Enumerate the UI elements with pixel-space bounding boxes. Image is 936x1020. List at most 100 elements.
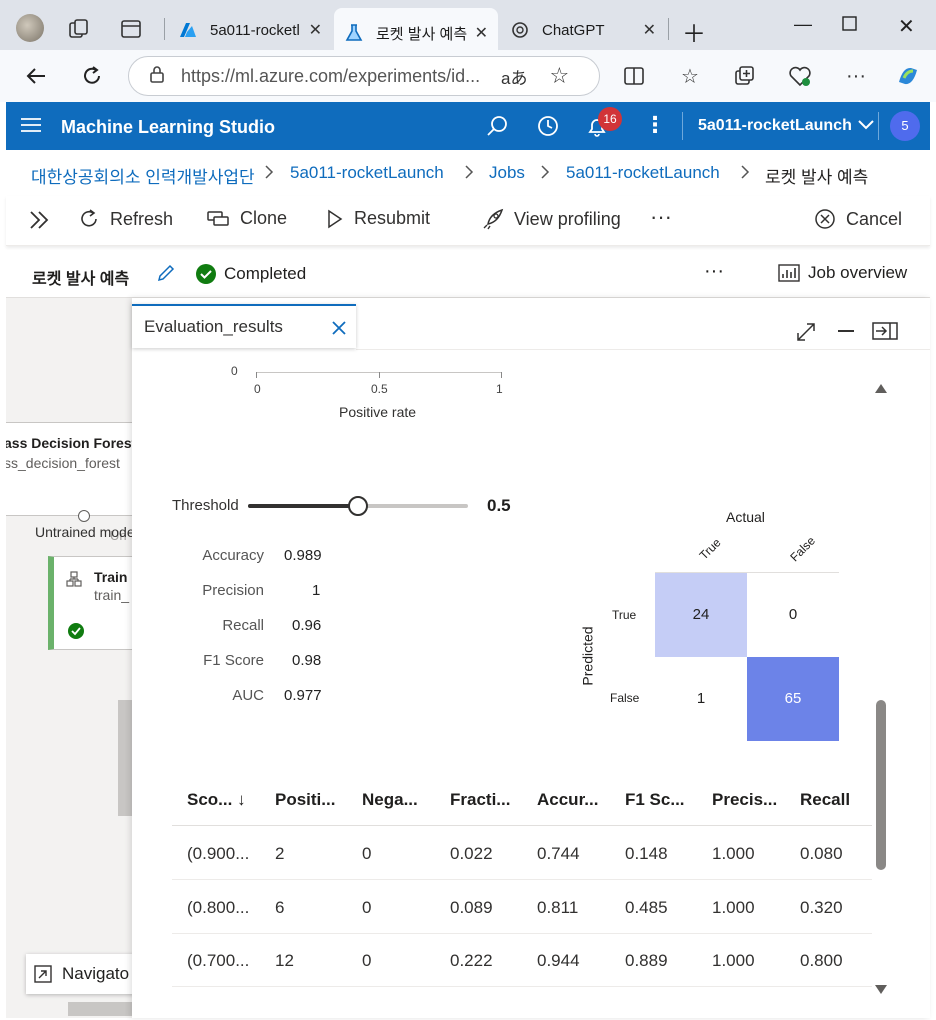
expand-icon[interactable] xyxy=(796,322,816,347)
refresh-button[interactable]: Refresh xyxy=(78,208,173,230)
column-header[interactable]: F1 Sc... xyxy=(625,790,685,810)
pipeline-canvas[interactable]: ass Decision Forest ss_decision_forest U… xyxy=(6,298,132,1018)
panel-scrollbar-thumb[interactable] xyxy=(876,700,886,870)
job-overview-button[interactable]: Job overview xyxy=(778,263,907,283)
more-icon[interactable]: ··· xyxy=(704,260,724,283)
header-divider xyxy=(682,112,683,140)
column-header[interactable]: Precis... xyxy=(712,790,777,810)
node-subtitle: train_ xyxy=(94,587,130,603)
command-bar: Refresh Clone Resubmit View profiling ··… xyxy=(6,196,930,246)
confusion-cell-tn: 65 xyxy=(747,657,839,741)
metric-name: Precision xyxy=(202,582,264,599)
table-cell: 0.485 xyxy=(625,898,668,917)
new-tab-icon[interactable]: ＋ xyxy=(682,14,706,49)
pipeline-node-decision-forest[interactable]: ass Decision Forest ss_decision_forest xyxy=(6,422,132,516)
more-icon[interactable]: ··· xyxy=(842,62,870,90)
column-header[interactable]: Accur... xyxy=(537,790,598,810)
navigator-button[interactable]: Navigato xyxy=(26,954,132,994)
slider-fill xyxy=(248,504,357,508)
vertical-tabs-icon[interactable] xyxy=(120,18,142,40)
history-clock-icon[interactable] xyxy=(536,114,560,143)
resubmit-label: Resubmit xyxy=(354,208,431,228)
tab-chatgpt[interactable]: ChatGPT ✕ xyxy=(500,10,666,50)
breadcrumb-item[interactable]: 대한상공회의소 인력개발사업단 xyxy=(31,163,255,188)
table-row[interactable]: (0.700... 12 0 0.222 0.944 0.889 1.000 0… xyxy=(172,934,872,987)
tab-evaluation-results[interactable]: Evaluation_results xyxy=(132,304,356,348)
workspaces-icon[interactable] xyxy=(68,18,90,40)
favorites-icon[interactable]: ☆ xyxy=(676,62,704,90)
search-icon[interactable] xyxy=(486,114,510,143)
breadcrumb-item[interactable]: Jobs xyxy=(489,163,525,183)
view-profiling-button[interactable]: View profiling xyxy=(482,208,621,230)
pipeline-node-train[interactable]: Train train_ xyxy=(48,556,132,650)
browser-essentials-icon[interactable] xyxy=(786,62,814,90)
tab-label: 로켓 발사 예측 xyxy=(376,25,468,43)
edit-pencil-icon[interactable] xyxy=(156,263,176,288)
minimize-panel-icon[interactable] xyxy=(838,330,854,332)
split-screen-icon[interactable] xyxy=(620,62,648,90)
roc-axis-tick-mark xyxy=(501,372,502,378)
column-header[interactable]: Recall xyxy=(800,790,850,810)
roc-y-tick: 0 xyxy=(231,364,238,378)
table-row[interactable]: (0.900... 2 0 0.022 0.744 0.148 1.000 0.… xyxy=(172,827,872,880)
avatar[interactable]: 5 xyxy=(890,111,920,141)
workspace-selector[interactable]: 5a011-rocketLaunch xyxy=(698,117,874,135)
close-icon[interactable]: ✕ xyxy=(643,20,656,40)
collections-icon[interactable] xyxy=(730,62,758,90)
cancel-button[interactable]: Cancel xyxy=(814,208,902,230)
close-icon[interactable] xyxy=(332,320,346,340)
threshold-label: Threshold xyxy=(172,497,239,514)
canvas-bottom-edge xyxy=(68,1002,132,1016)
more-options-icon[interactable]: ⋮ xyxy=(644,112,666,138)
hamburger-menu-icon[interactable] xyxy=(20,116,42,139)
output-port[interactable] xyxy=(78,510,90,522)
clone-button[interactable]: Clone xyxy=(206,208,287,229)
lock-icon[interactable] xyxy=(149,65,165,88)
column-header[interactable]: Positi... xyxy=(275,790,335,810)
app-title[interactable]: Machine Learning Studio xyxy=(61,117,275,138)
favorite-star-icon[interactable]: ☆ xyxy=(549,63,569,89)
minimize-icon[interactable]: — xyxy=(794,14,812,35)
table-cell: 1.000 xyxy=(712,844,755,863)
column-header[interactable]: Nega... xyxy=(362,790,418,810)
more-icon[interactable]: ··· xyxy=(650,204,672,230)
navigator-icon xyxy=(34,965,52,983)
maximize-icon[interactable] xyxy=(842,16,858,37)
node-title: Train xyxy=(94,569,128,585)
canvas-scrollbar[interactable] xyxy=(118,700,132,816)
tab-azure[interactable]: 5a011-rocketl ✕ xyxy=(168,10,332,50)
metric-name: F1 Score xyxy=(203,652,264,669)
resubmit-button[interactable]: Resubmit xyxy=(326,208,430,229)
confusion-col-label: False xyxy=(787,533,818,565)
chevron-right-icon xyxy=(540,164,550,184)
scroll-down-arrow-icon[interactable] xyxy=(875,982,887,1000)
table-row[interactable]: (0.800... 6 0 0.089 0.811 0.485 1.000 0.… xyxy=(172,881,872,934)
window-close-icon[interactable]: ✕ xyxy=(898,14,915,39)
dock-panel-icon[interactable] xyxy=(872,322,898,345)
table-cell: 0.080 xyxy=(800,844,843,863)
close-icon[interactable]: ✕ xyxy=(309,20,322,40)
confusion-col-label: True xyxy=(696,535,724,563)
metric-value: 1 xyxy=(312,582,321,599)
breadcrumb-item[interactable]: 5a011-rocketLaunch xyxy=(566,163,720,183)
metric-name: Accuracy xyxy=(202,547,264,564)
column-header[interactable]: Sco... ↓ xyxy=(187,790,246,810)
job-overview-label: Job overview xyxy=(808,263,908,282)
copilot-icon[interactable] xyxy=(894,62,922,90)
back-icon[interactable] xyxy=(22,62,50,90)
read-aloud-icon[interactable]: aあ xyxy=(501,64,527,89)
close-icon[interactable]: ✕ xyxy=(475,23,488,43)
slider-thumb[interactable] xyxy=(348,496,368,516)
metric-value: 0.98 xyxy=(292,652,322,669)
breadcrumb-item[interactable]: 5a011-rocketLaunch xyxy=(290,163,444,183)
scroll-up-arrow-icon[interactable] xyxy=(875,380,887,398)
column-header[interactable]: Fracti... xyxy=(450,790,510,810)
breadcrumb: 대한상공회의소 인력개발사업단 5a011-rocketLaunch Jobs … xyxy=(6,150,930,194)
threshold-slider[interactable] xyxy=(248,496,468,516)
refresh-icon[interactable] xyxy=(78,62,106,90)
profile-avatar[interactable] xyxy=(16,14,44,42)
url-field[interactable]: https://ml.azure.com/experiments/id... a… xyxy=(128,56,600,96)
azure-icon xyxy=(178,20,198,40)
expand-panel-icon[interactable] xyxy=(28,209,62,231)
roc-x-tick: 0.5 xyxy=(371,382,388,396)
